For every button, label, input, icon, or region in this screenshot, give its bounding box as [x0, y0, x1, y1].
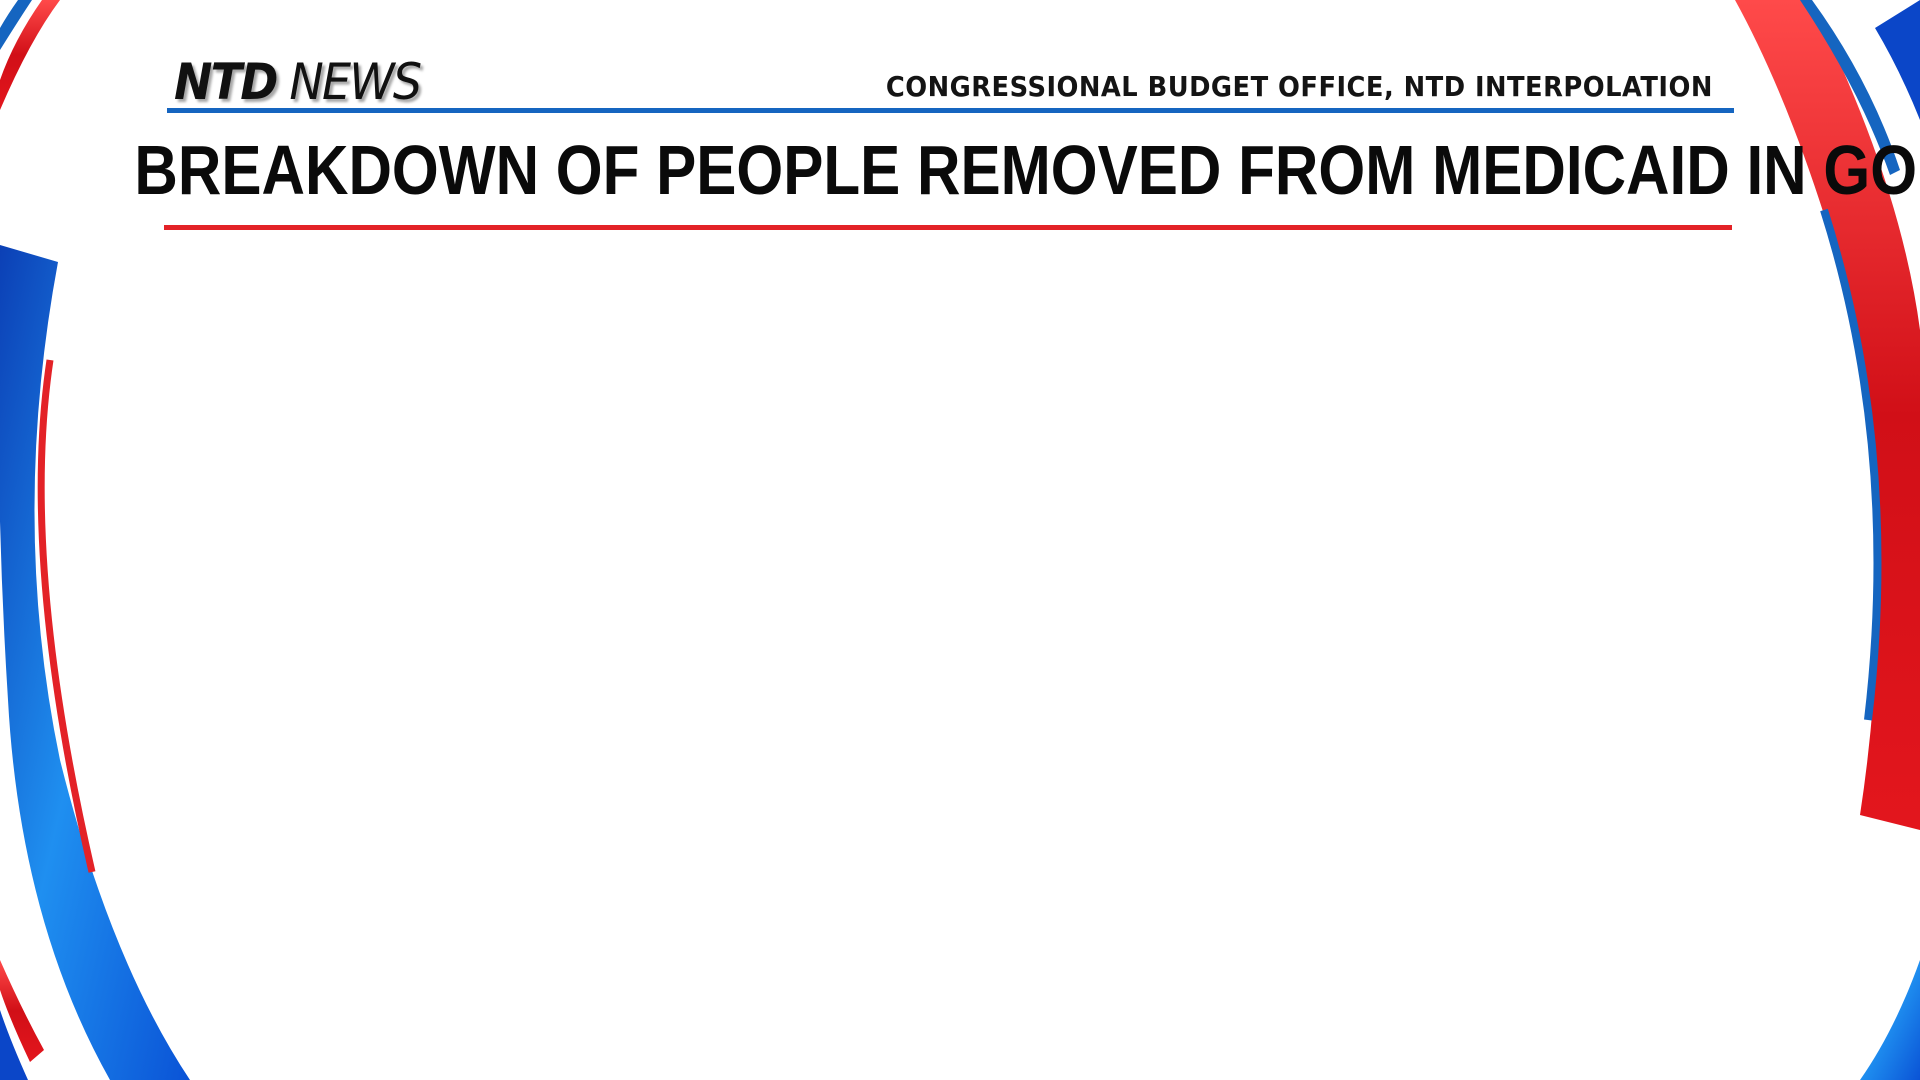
graphic-frame: NTD NEWS CONGRESSIONAL BUDGET OFFICE, NTD… [0, 0, 1920, 1080]
right-bottom-blue-arc [1860, 960, 1920, 1080]
logo-ntd-text: NTD [174, 53, 278, 111]
left-blue-band [0, 245, 190, 1080]
right-corner-blue-arc [1875, 0, 1920, 120]
right-top-red-band [1735, 0, 1920, 830]
page-title: BREAKDOWN OF PEOPLE REMOVED FROM MEDICAI… [134, 131, 1920, 209]
ntd-news-logo: NTD NEWS [174, 52, 422, 112]
title-red-rule [164, 225, 1732, 230]
logo-news-text: NEWS [289, 53, 422, 111]
header-blue-rule [167, 108, 1734, 113]
source-credit: CONGRESSIONAL BUDGET OFFICE, NTD INTERPO… [886, 70, 1713, 103]
